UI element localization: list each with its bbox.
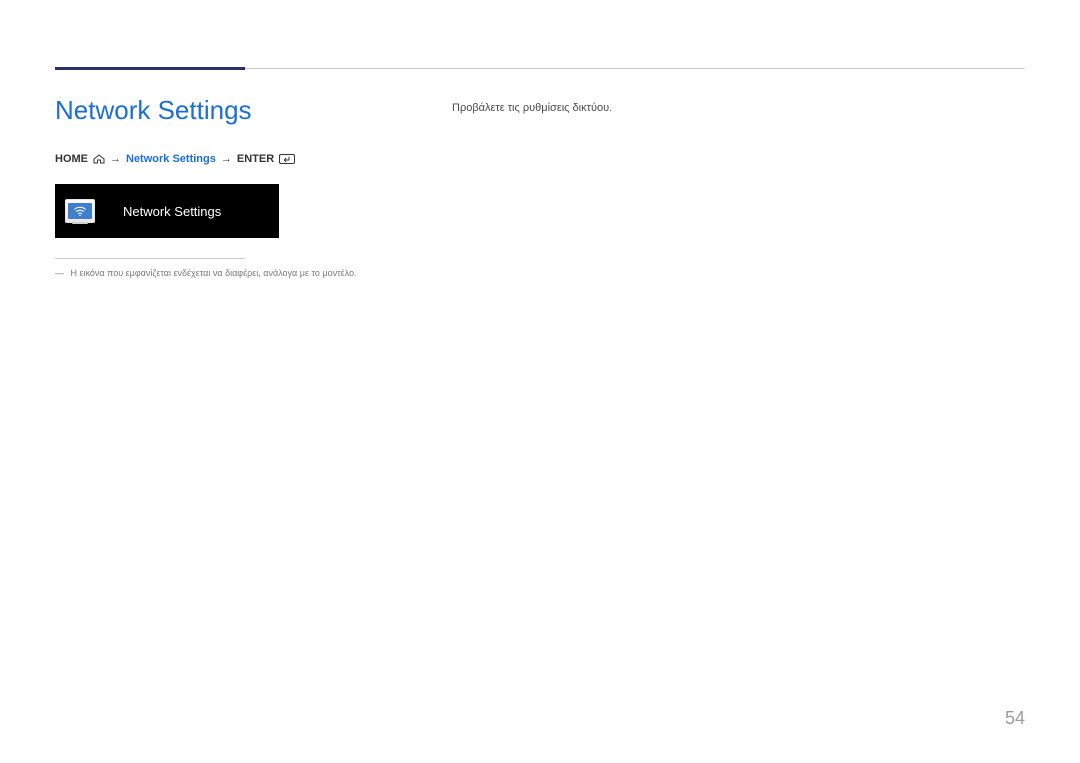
network-settings-tile: Network Settings bbox=[55, 184, 279, 238]
short-separator bbox=[55, 258, 245, 259]
page-number: 54 bbox=[1005, 708, 1025, 729]
breadcrumb: HOME → Network Settings → ENTER bbox=[55, 153, 295, 165]
arrow-icon: → bbox=[110, 153, 121, 165]
dash-icon: ― bbox=[55, 268, 64, 278]
arrow-icon: → bbox=[221, 153, 232, 165]
breadcrumb-item: Network Settings bbox=[126, 153, 216, 165]
footnote-text: Η εικόνα που εμφανίζεται ενδέχεται να δι… bbox=[71, 268, 357, 278]
breadcrumb-home-label: HOME bbox=[55, 153, 88, 165]
section-tab-marker bbox=[55, 67, 245, 70]
enter-icon bbox=[279, 154, 295, 164]
footnote: ― Η εικόνα που εμφανίζεται ενδέχεται να … bbox=[55, 268, 357, 278]
monitor-wifi-icon bbox=[65, 199, 95, 223]
description-text: Προβάλετε τις ρυθμίσεις δικτύου. bbox=[452, 102, 612, 114]
page-title: Network Settings bbox=[55, 95, 252, 126]
breadcrumb-enter-label: ENTER bbox=[237, 153, 274, 165]
home-icon bbox=[93, 154, 105, 164]
tile-label: Network Settings bbox=[123, 204, 221, 219]
